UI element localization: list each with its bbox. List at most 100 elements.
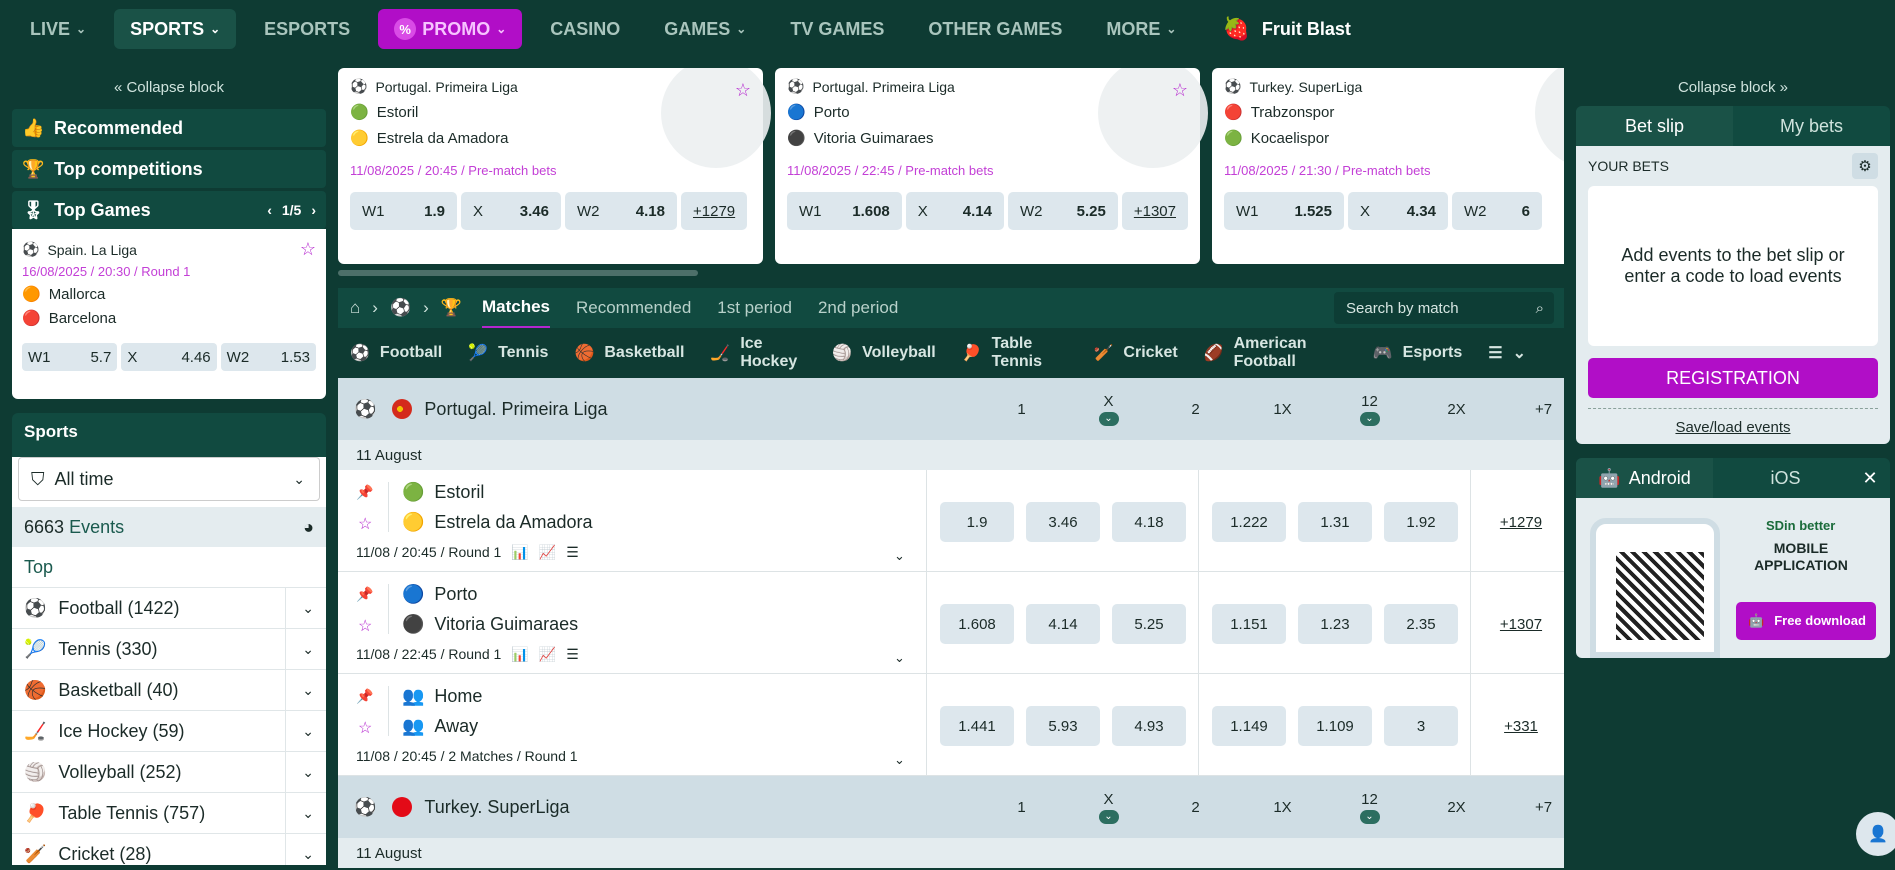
chevron-left-icon[interactable]: ‹ [267, 202, 272, 218]
odd-button[interactable]: 1.92 [1384, 502, 1458, 542]
match-row[interactable]: 📌 ☆ 🔵 Porto ⚫ Vitoria Guimaraes 11/08 / 22… [338, 572, 1564, 674]
sportsbar-basketball[interactable]: 🏀 Basketball [574, 343, 684, 363]
col-12[interactable]: 12 ⌄ [1326, 776, 1413, 838]
more-markets-link[interactable]: +331 [1484, 706, 1558, 746]
nav-other-games[interactable]: OTHER GAMES [912, 9, 1078, 49]
sportsbar-american-football[interactable]: 🏈 American Football [1204, 335, 1347, 371]
odd-w2[interactable]: W2 5.25 [1007, 192, 1118, 230]
odd-w1[interactable]: W1 1.608 [787, 192, 902, 230]
league-header[interactable]: ⚽ Portugal. Primeira Liga 1 X ⌄ 2 1X 12 ⌄ … [338, 378, 1564, 440]
col-x[interactable]: X ⌄ [1065, 776, 1152, 838]
odd-button[interactable]: 1.608 [940, 604, 1014, 644]
sport-item-table-tennis[interactable]: 🏓 Table Tennis (757) ⌄ [12, 792, 326, 833]
match-row[interactable]: 📌 ☆ 🟢 Estoril 🟡 Estrela da Amadora 11/08 /… [338, 470, 1564, 572]
collapse-block-right[interactable]: Collapse block » [1576, 68, 1890, 106]
sportsbar-volleyball[interactable]: 🏐 Volleyball [832, 343, 935, 363]
odd-button[interactable]: 2.35 [1384, 604, 1458, 644]
odd-button[interactable]: 1.222 [1212, 502, 1286, 542]
col-x[interactable]: X ⌄ [1065, 378, 1152, 440]
registration-button[interactable]: REGISTRATION [1588, 358, 1878, 398]
odd-w1[interactable]: W1 1.525 [1224, 192, 1344, 230]
chevron-down-icon[interactable]: ⌄ [894, 752, 905, 768]
odd-button[interactable]: 1.23 [1298, 604, 1372, 644]
tab-2nd-period[interactable]: 2nd period [818, 288, 898, 328]
football-icon[interactable]: ⚽ [390, 298, 411, 318]
sportsbar-table-tennis[interactable]: 🏓 Table Tennis [962, 335, 1068, 371]
accordion-top-competitions[interactable]: 🏆Top competitions⌄ [12, 150, 1600, 234]
more-markets-link[interactable]: +1307 [1484, 604, 1558, 644]
odd-x[interactable]: X 4.34 [1348, 192, 1448, 230]
sportsbar-football[interactable]: ⚽ Football [350, 343, 442, 363]
tab-bet-slip[interactable]: Bet slip [1576, 106, 1733, 146]
time-filter-select[interactable]: ⛉ All time ⌄ [18, 457, 320, 501]
nav-promo[interactable]: % PROMO ⌄ [378, 9, 523, 49]
chevron-down-icon[interactable]: ⌄ [894, 548, 905, 564]
odd-w2[interactable]: W2 4.18 [565, 192, 677, 230]
odd-button[interactable]: 3 [1384, 706, 1458, 746]
featured-card[interactable]: ⚽ Portugal. Primeira Liga ☆ 🟢 Estoril 🟡 Est… [338, 68, 771, 264]
odd-x[interactable]: X 3.46 [461, 192, 561, 230]
odd-w2[interactable]: W2 6 [1452, 192, 1542, 230]
list-icon[interactable]: ☰ [566, 544, 579, 561]
more-markets-link[interactable]: +1279 [1484, 502, 1558, 542]
featured-card[interactable]: ⚽ Turkey. SuperLiga 🔴 Trabzonspor 🟢 Kocaeli… [1212, 68, 1564, 264]
star-icon[interactable]: ☆ [358, 514, 372, 534]
sportsbar-ice-hockey[interactable]: 🏒 Ice Hockey [710, 335, 806, 371]
chevron-down-icon[interactable]: ⌄ [302, 682, 314, 699]
nav-games[interactable]: GAMES ⌄ [648, 9, 762, 49]
odd-button[interactable]: 1.109 [1298, 706, 1372, 746]
events-count-row[interactable]: 6663 Events ◕ [12, 507, 326, 547]
nav-casino[interactable]: CASINO [534, 9, 636, 49]
chevron-right-icon[interactable]: › [311, 202, 316, 218]
sportsbar-tennis[interactable]: 🎾 Tennis [468, 343, 548, 363]
stats-icon[interactable]: 📊 [511, 646, 528, 663]
featured-card[interactable]: ⚽ Portugal. Primeira Liga ☆ 🔵 Porto ⚫ Vitor… [775, 68, 1208, 264]
nav-fruit-blast[interactable]: 🍓 Fruit Blast [1222, 16, 1350, 42]
sport-item-ice-hockey[interactable]: 🏒 Ice Hockey (59) ⌄ [12, 710, 326, 751]
star-icon[interactable]: ☆ [358, 616, 372, 636]
sport-item-tennis[interactable]: 🎾 Tennis (330) ⌄ [12, 628, 326, 669]
odd-button[interactable]: 5.93 [1026, 706, 1100, 746]
pin-icon[interactable]: 📌 [356, 586, 373, 603]
tab-my-bets[interactable]: My bets [1733, 106, 1890, 146]
more-markets-link[interactable]: +1307 [1121, 192, 1188, 230]
tab-matches[interactable]: Matches [481, 288, 550, 328]
match-row[interactable]: 📌 ☆ 👥 Home 👥 Away 11/08 / 20:45 / 2 Matche… [338, 674, 1564, 776]
chart-icon[interactable]: 📈 [539, 646, 556, 663]
gear-icon[interactable]: ⚙ [1852, 153, 1878, 179]
nav-more[interactable]: MORE ⌄ [1090, 9, 1192, 49]
odd-button[interactable]: 4.14 [1026, 604, 1100, 644]
chevron-down-icon[interactable]: ⌄ [302, 723, 314, 740]
search-icon[interactable]: ⌕ [1536, 300, 1544, 317]
odd-x[interactable]: X 4.46 [121, 343, 217, 371]
tab-ios[interactable]: iOS [1713, 458, 1850, 498]
chevron-down-icon[interactable]: ⌄ [302, 600, 314, 617]
nav-sports[interactable]: SPORTS ⌄ [114, 9, 237, 49]
odd-button[interactable]: 1.151 [1212, 604, 1286, 644]
odd-button[interactable]: 4.18 [1112, 502, 1186, 542]
free-download-button[interactable]: 🤖 Free download [1736, 602, 1876, 640]
star-icon[interactable]: ☆ [1172, 80, 1188, 101]
odd-button[interactable]: 3.46 [1026, 502, 1100, 542]
save-load-events-link[interactable]: Save/load events [1588, 408, 1878, 436]
more-markets-link[interactable]: +1279 [681, 192, 748, 230]
sport-item-football[interactable]: ⚽ Football (1422) ⌄ [12, 587, 326, 628]
sport-item-volleyball[interactable]: 🏐 Volleyball (252) ⌄ [12, 751, 326, 792]
odd-button[interactable]: 1.149 [1212, 706, 1286, 746]
star-icon[interactable]: ☆ [300, 239, 316, 260]
odd-w1[interactable]: W1 1.9 [350, 192, 457, 230]
star-icon[interactable]: ☆ [735, 80, 751, 101]
list-icon[interactable]: ☰ [566, 646, 579, 663]
sportsbar-more[interactable]: ☰ ⌄ [1488, 343, 1526, 363]
nav-esports[interactable]: ESPORTS [248, 9, 366, 49]
chart-icon[interactable]: 📈 [539, 544, 556, 561]
chevron-down-icon[interactable]: ⌄ [302, 846, 314, 863]
odd-x[interactable]: X 4.14 [905, 192, 1004, 230]
sport-item-cricket[interactable]: 🏏 Cricket (28) ⌄ [12, 833, 326, 865]
sportsbar-esports[interactable]: 🎮 Esports [1373, 343, 1463, 363]
nav-live[interactable]: LIVE ⌄ [14, 9, 102, 49]
odd-button[interactable]: 1.9 [940, 502, 1014, 542]
collapse-block-left[interactable]: « Collapse block [12, 68, 326, 106]
chevron-down-icon[interactable]: ⌄ [302, 805, 314, 822]
odd-button[interactable]: 1.31 [1298, 502, 1372, 542]
